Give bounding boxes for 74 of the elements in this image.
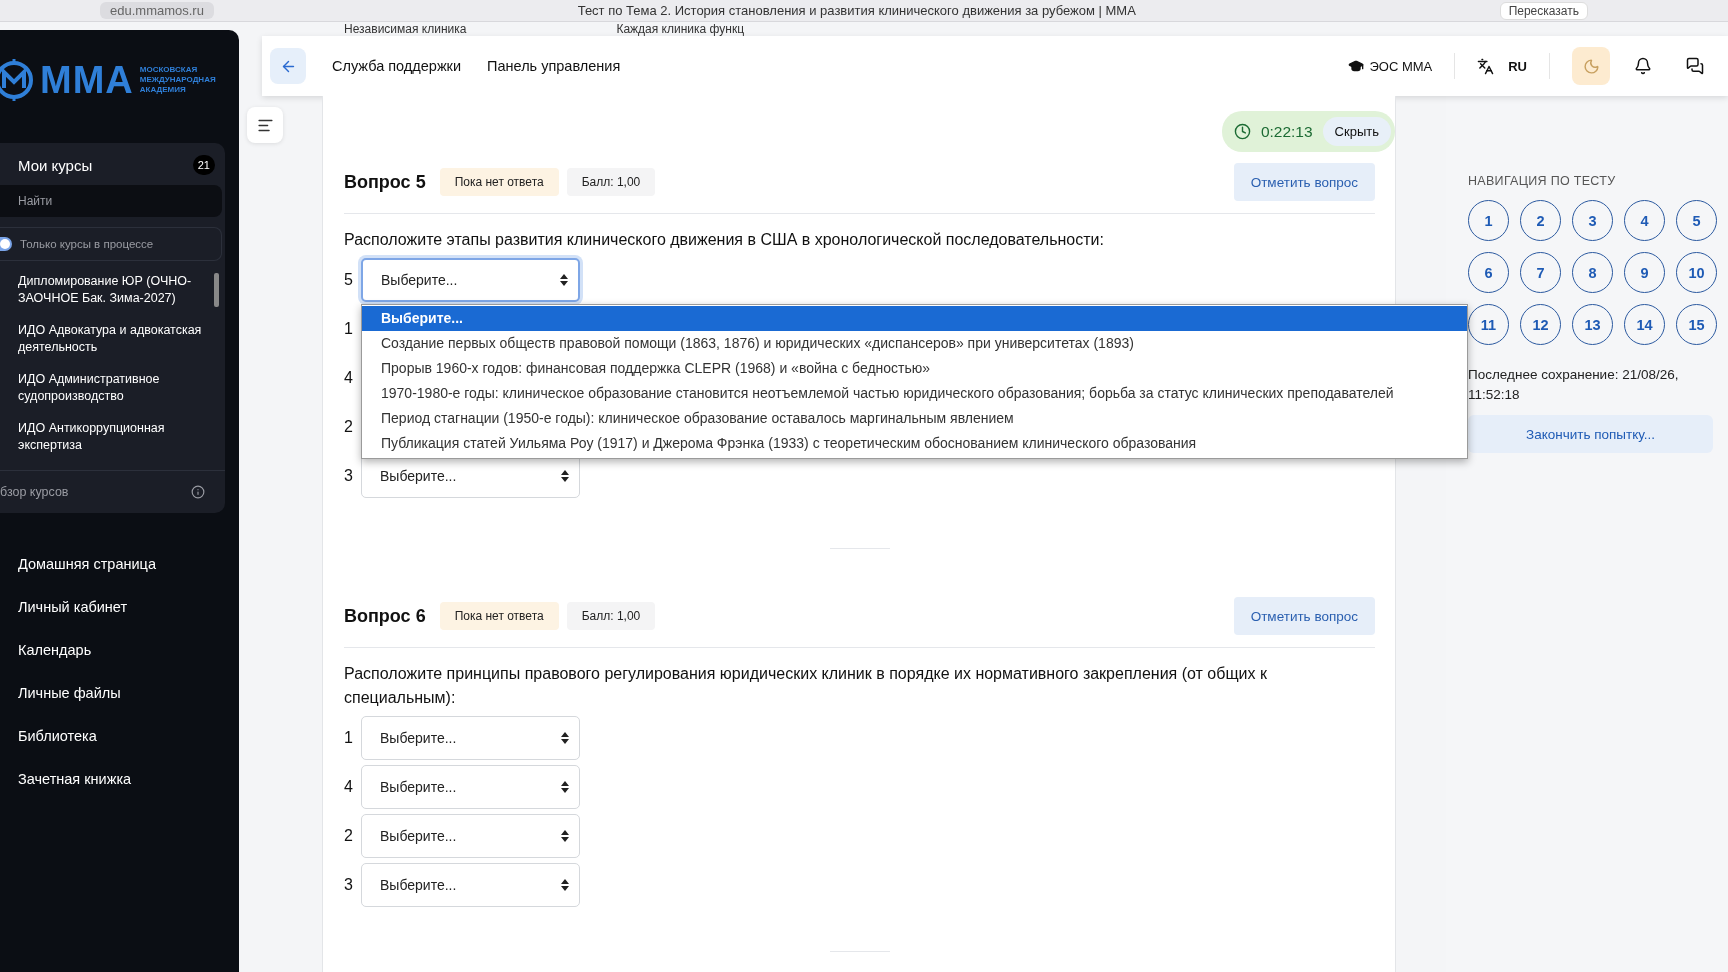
header-link[interactable]: Панель управления <box>487 58 621 74</box>
course-overview-link[interactable]: бзор курсов <box>0 485 69 499</box>
finish-attempt-button[interactable]: Закончить попытку... <box>1468 415 1713 453</box>
header-link[interactable]: Служба поддержки <box>332 58 462 74</box>
table-cell: Независимая клиника <box>344 22 467 36</box>
course-link[interactable]: ИДО Антикоррупционная экспертиза <box>18 420 205 454</box>
flag-question-button[interactable]: Отметить вопрос <box>1233 597 1375 635</box>
updown-arrows-icon <box>561 879 569 891</box>
timer-text: 0:22:13 <box>1260 122 1313 141</box>
grade-badge: Балл: 1,00 <box>566 602 656 630</box>
hide-button[interactable]: Скрыть <box>1322 117 1391 146</box>
select-field[interactable]: Выберите... <box>361 765 580 809</box>
filter-label: Только курсы в процессе <box>20 238 154 250</box>
status-badge: Пока нет ответа <box>439 168 559 196</box>
updown-arrows-icon <box>561 470 569 482</box>
updown-arrows-icon <box>560 274 568 286</box>
course-link[interactable]: Дипломирование ЮР (ОЧНО-ЗАОЧНОЕ Бак. Зима-2027) <box>18 273 205 307</box>
dropdown-option[interactable]: Прорыв 1960-х годов: финансовая поддержка CLEPR (1968) и «война с бедностью» <box>362 356 1467 381</box>
dropdown-option[interactable]: Создание первых обществ правовой помощи (1863, 1876) и юридических «диспансеров» при университетах (1893) <box>362 331 1467 356</box>
row-number: 3 <box>344 467 354 485</box>
row-number: 2 <box>344 827 354 845</box>
select-field[interactable]: Выберите... <box>361 258 580 302</box>
dropdown-option[interactable]: Выберите... <box>362 306 1467 331</box>
graduation-cap-icon <box>1348 58 1365 74</box>
count-badge: 21 <box>192 155 215 175</box>
row-number: 2 <box>344 418 354 436</box>
dropdown-option[interactable]: Период стагнации (1950-е годы): клиническое образование оставалось маргинальным явлением <box>362 406 1467 431</box>
clock-icon <box>1233 123 1251 140</box>
updown-arrows-icon <box>561 830 569 842</box>
grade-badge: Балл: 1,00 <box>566 168 656 196</box>
globe-logo-icon <box>0 58 34 102</box>
select-field[interactable]: Выберите... <box>361 716 580 760</box>
search-field[interactable]: Найти <box>0 185 222 217</box>
nav-item[interactable]: Календарь <box>18 639 239 661</box>
nav-item[interactable]: Личный кабинет <box>18 596 239 618</box>
flag-question-button[interactable]: Отметить вопрос <box>1233 163 1375 201</box>
question-text: Расположите этапы развития клинического движения в США в хронологической последовательности: <box>344 230 1105 250</box>
course-link[interactable]: ИДО Адвокатура и адвокатская деятельность <box>18 322 205 356</box>
nav-item[interactable]: Библиотека <box>18 725 239 747</box>
card-title: Мои курсы <box>18 156 93 174</box>
question-title: Вопрос 6 <box>344 605 426 627</box>
table-cell: Каждая клиника функц <box>616 22 745 36</box>
question-text: Расположите принципы правового регулирования юридических клиник в порядке их нормативного закрепления (от общих к специальным): <box>344 664 1268 708</box>
info-icon[interactable] <box>191 485 205 499</box>
last-saved-text: Последнее сохранение: 21/08/26, 11:52:18 <box>1468 366 1680 404</box>
nav-item[interactable]: Домашняя страница <box>18 553 239 575</box>
row-number: 5 <box>344 271 354 289</box>
language-label[interactable]: RU <box>1508 58 1527 74</box>
updown-arrows-icon <box>561 781 569 793</box>
row-number: 1 <box>344 320 354 338</box>
select-field[interactable]: Выберите... <box>361 814 580 858</box>
row-number: 4 <box>344 369 354 387</box>
question-title: Вопрос 5 <box>344 171 426 193</box>
row-number: 1 <box>344 729 354 747</box>
course-link[interactable]: ИДО Административное судопроизводство <box>18 371 205 405</box>
portal-link[interactable]: ЭОС ММА <box>1348 58 1433 74</box>
retell-button[interactable]: Пересказать <box>1499 1 1588 20</box>
nav-item[interactable]: Личные файлы <box>18 682 239 704</box>
nav-item[interactable]: Зачетная книжка <box>18 768 239 790</box>
logo-text: ММА <box>40 58 134 102</box>
row-number: 3 <box>344 876 354 894</box>
navigation-title: НАВИГАЦИЯ ПО ТЕСТУ <box>1468 174 1617 188</box>
dropdown-option[interactable]: 1970-1980-е годы: клиническое образование становится неотъемлемой частью юридического образования; борьба за статус клинических преподавателей <box>362 381 1467 406</box>
scrollbar-thumb[interactable] <box>214 273 219 307</box>
page-title: Тест по Тема 2. История становления и развития клинического движения за рубежом | ММА <box>576 3 1137 18</box>
updown-arrows-icon <box>561 732 569 744</box>
row-number: 4 <box>344 778 354 796</box>
select-field[interactable]: Выберите... <box>361 863 580 907</box>
dropdown-option[interactable]: Публикация статей Уильяма Роу (1917) и Джерома Фрэнка (1933) с теоретическим обоснованием клинического образования <box>362 431 1467 456</box>
address-bar[interactable]: edu.mmamos.ru <box>100 2 214 19</box>
status-badge: Пока нет ответа <box>439 602 559 630</box>
translate-icon[interactable] <box>1477 57 1495 75</box>
index-button[interactable] <box>247 107 283 143</box>
logo-subtitle: МОСКОВСКАЯ МЕЖДУНАРОДНАЯ АКАДЕМИЯ <box>139 65 217 95</box>
